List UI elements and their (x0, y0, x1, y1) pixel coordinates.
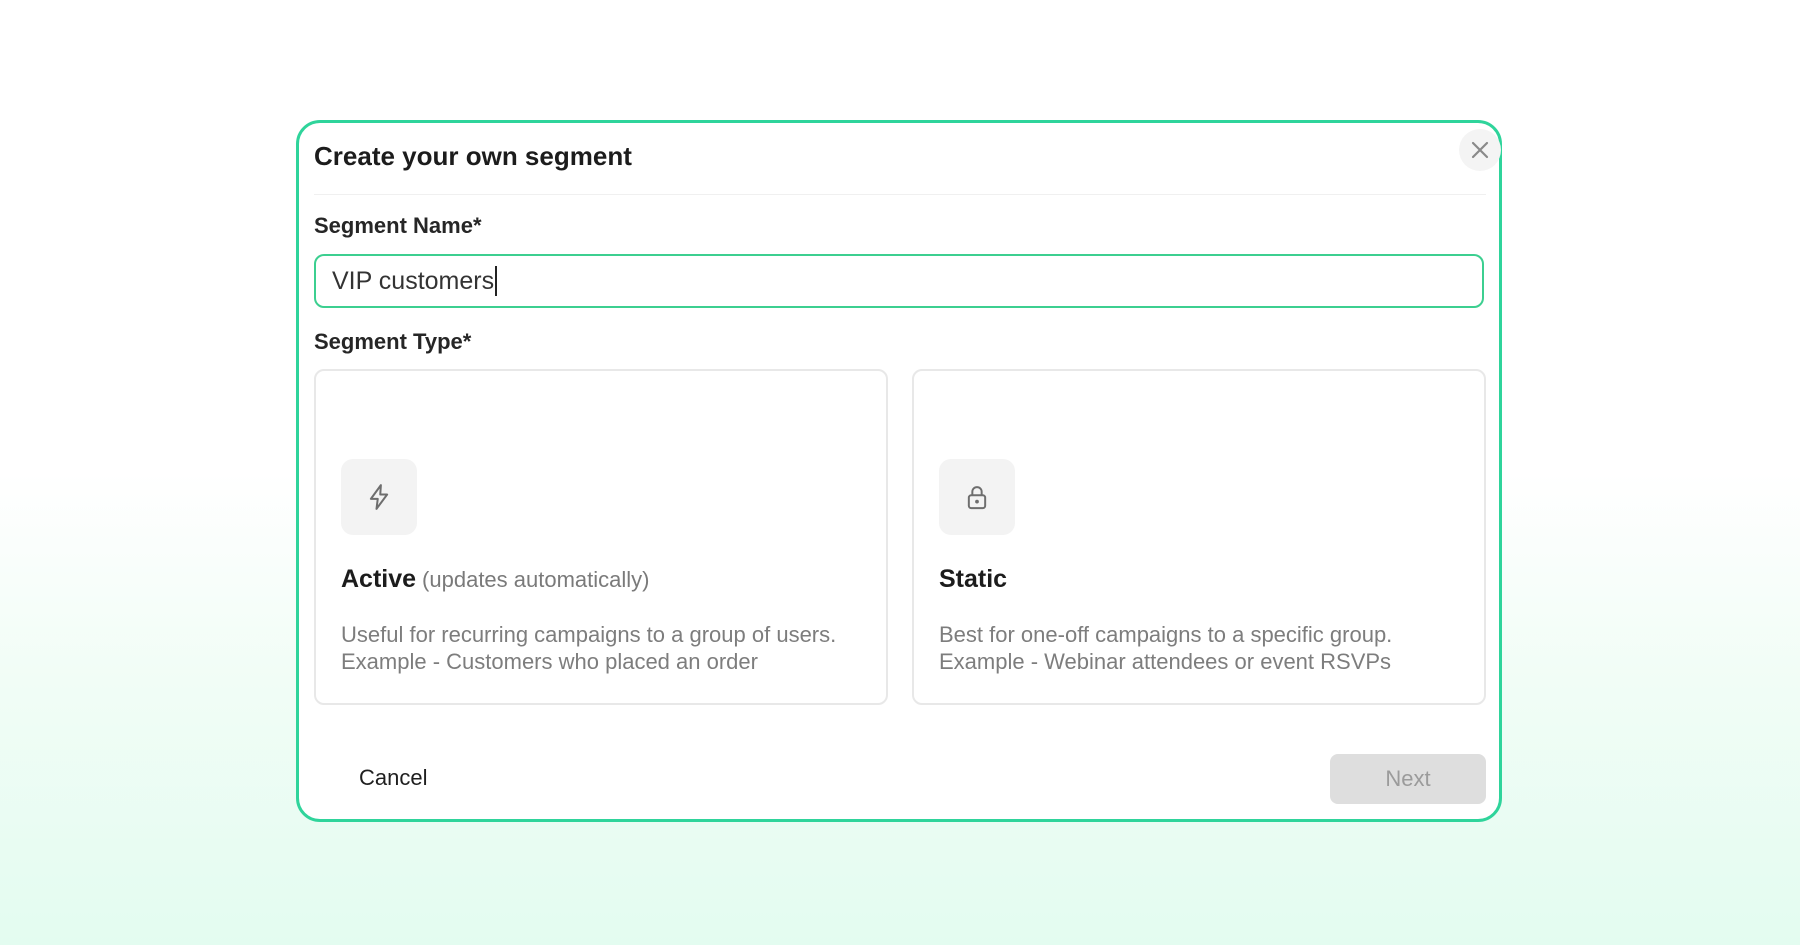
static-option-description: Best for one-off campaigns to a specific… (939, 622, 1393, 674)
active-option-subtitle: (updates automatically) (422, 567, 650, 592)
segment-type-option-static[interactable]: Static Best for one-off campaigns to a s… (912, 369, 1486, 705)
segment-name-value: VIP customers (332, 266, 495, 295)
lightning-icon (369, 484, 389, 510)
create-segment-modal: Create your own segment Segment Name* VI… (296, 120, 1502, 822)
active-option-title-text: Active (341, 565, 417, 593)
close-button[interactable] (1459, 129, 1501, 171)
static-icon-container (939, 459, 1015, 535)
segment-type-option-active[interactable]: Active (updates automatically) Useful for… (314, 369, 888, 705)
modal-title: Create your own segment (314, 141, 632, 171)
close-icon (1471, 141, 1489, 159)
segment-type-label: Segment Type* (314, 329, 472, 354)
segment-name-label: Segment Name* (314, 213, 482, 238)
static-option-title-text: Static (939, 565, 1008, 593)
active-icon-container (341, 459, 417, 535)
lock-icon (967, 486, 987, 510)
title-divider (314, 194, 1486, 195)
active-option-description: Useful for recurring campaigns to a grou… (341, 622, 837, 674)
active-option-title: Active (updates automatically) (341, 565, 650, 594)
segment-name-input[interactable]: VIP customers (314, 254, 1484, 308)
static-option-title: Static (939, 565, 1007, 594)
text-cursor (495, 266, 498, 296)
cancel-button[interactable]: Cancel (359, 765, 427, 791)
next-button[interactable]: Next (1330, 754, 1486, 804)
